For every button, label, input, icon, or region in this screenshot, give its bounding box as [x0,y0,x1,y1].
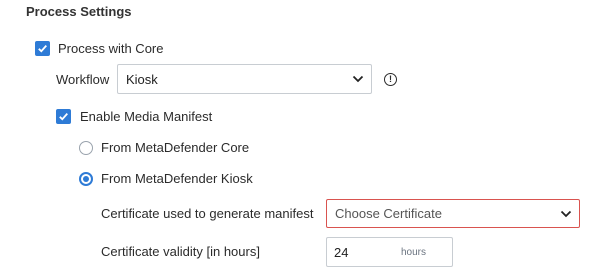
process-with-core-row[interactable]: Process with Core [35,41,163,56]
radio-kiosk-label: From MetaDefender Kiosk [101,171,253,186]
certificate-label: Certificate used to generate manifest [101,206,314,221]
certificate-select-placeholder: Choose Certificate [335,206,442,221]
media-manifest-row[interactable]: Enable Media Manifest [56,109,212,124]
validity-unit: hours [400,246,426,258]
info-circle-icon[interactable]: ! [384,73,397,86]
workflow-select[interactable]: Kiosk [117,64,372,94]
chevron-down-icon [345,75,371,83]
validity-input[interactable]: 24 hours [326,237,453,267]
process-with-core-checkbox[interactable] [35,41,50,56]
radio-option-kiosk[interactable]: From MetaDefender Kiosk [79,171,253,186]
section-title: Process Settings [26,4,132,19]
chevron-down-icon [553,210,579,218]
media-manifest-label: Enable Media Manifest [80,109,213,124]
validity-value: 24 [334,244,349,260]
process-with-core-label: Process with Core [58,41,164,56]
certificate-select[interactable]: Choose Certificate [326,199,580,228]
radio-core[interactable] [79,140,93,155]
workflow-label: Workflow [56,72,110,87]
checkmark-icon [59,113,68,121]
media-manifest-checkbox[interactable] [56,109,71,124]
radio-option-core[interactable]: From MetaDefender Core [79,140,249,155]
validity-label: Certificate validity [in hours] [101,244,260,259]
checkmark-icon [38,45,47,53]
workflow-select-value: Kiosk [126,71,158,87]
radio-core-label: From MetaDefender Core [101,140,250,155]
radio-kiosk[interactable] [79,171,93,186]
